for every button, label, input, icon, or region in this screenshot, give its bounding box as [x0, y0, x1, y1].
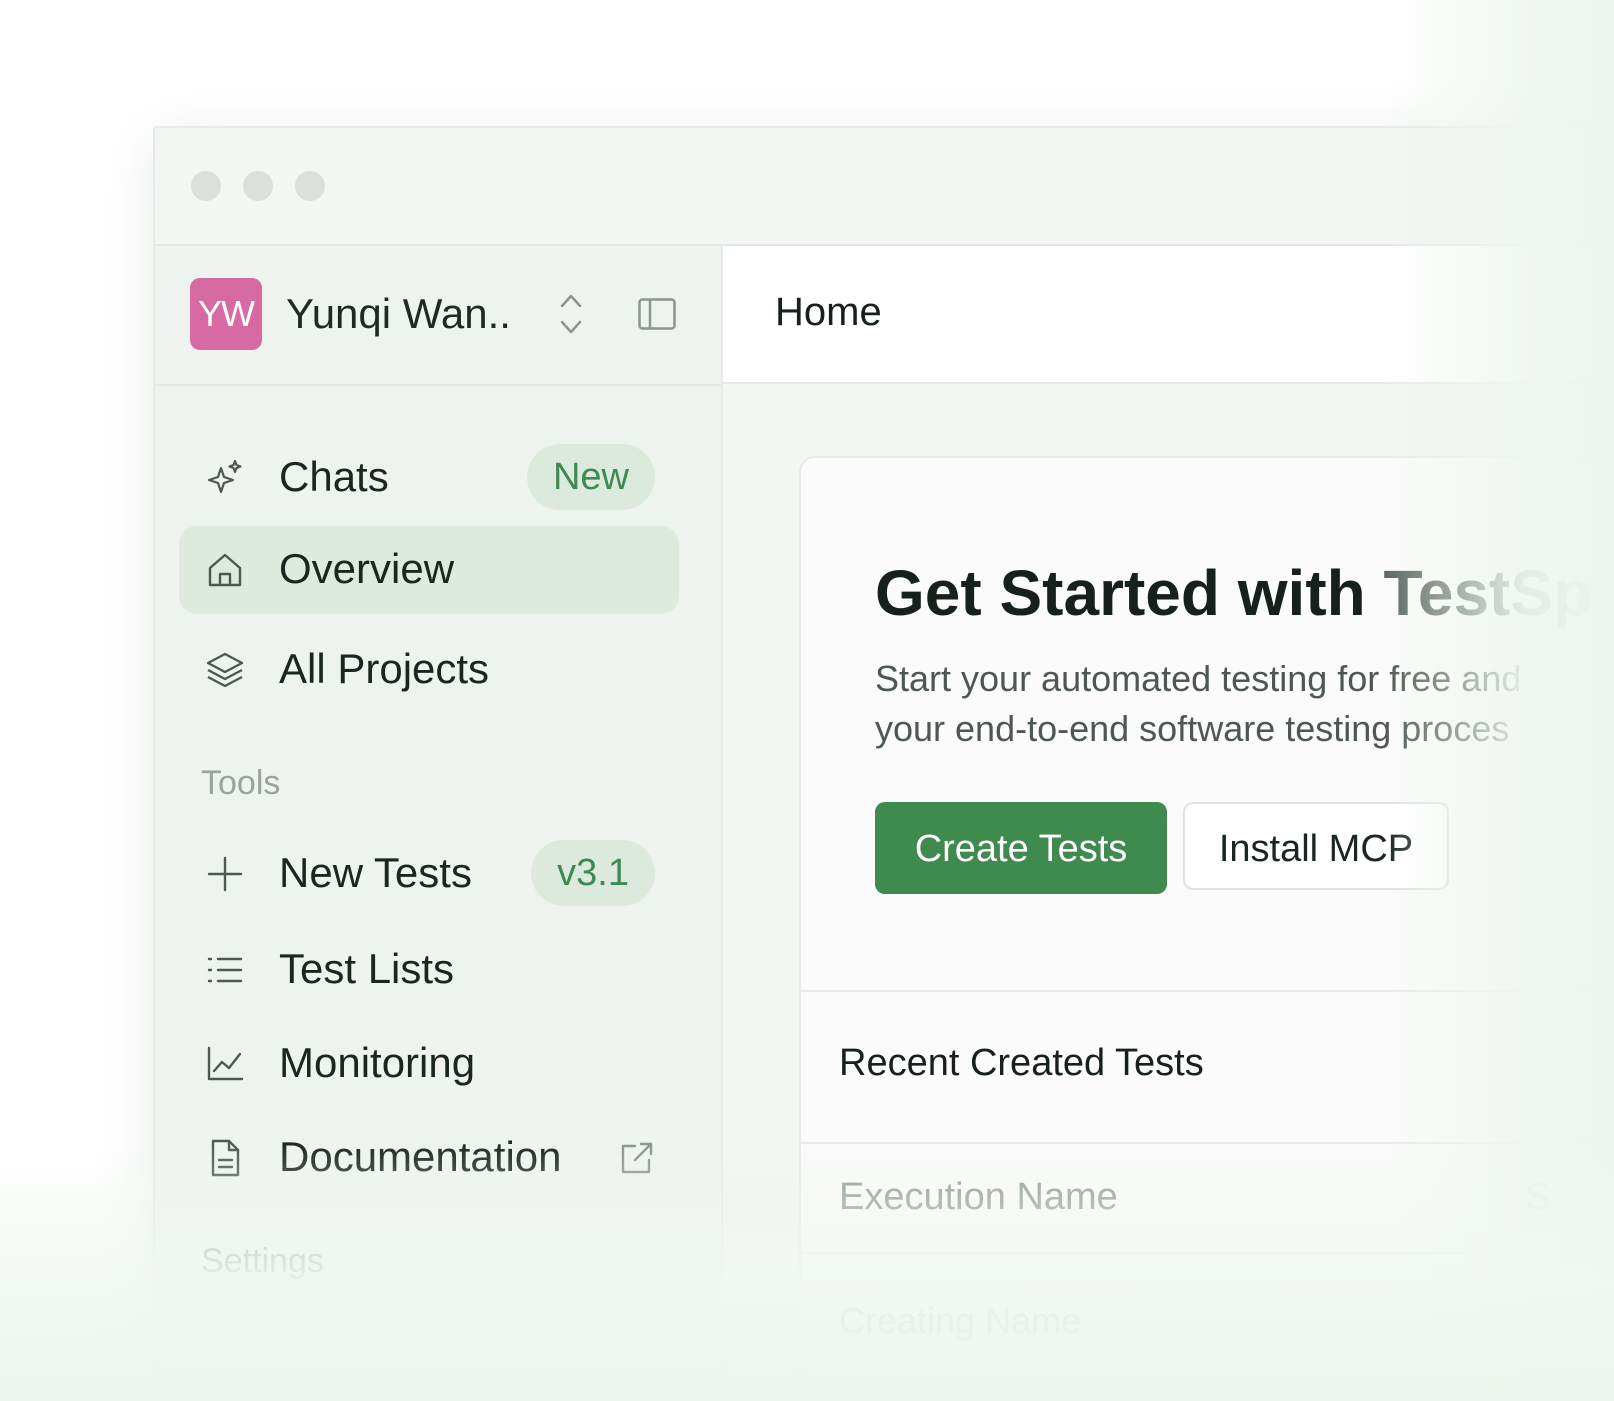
sidebar-item-label: New Tests — [279, 849, 472, 896]
sidebar-item-label: Overview — [279, 545, 455, 592]
table-row[interactable]: Creating Name — [839, 1300, 1081, 1342]
plus-icon — [205, 854, 245, 894]
sidebar-item-documentation[interactable]: Documentation — [179, 1114, 679, 1202]
window-titlebar — [155, 128, 1614, 246]
sidebar-item-test-lists[interactable]: Test Lists — [179, 926, 679, 1014]
screenshot-stage: YW Yunqi Wan.. Chats New Overview All Pr… — [0, 0, 1614, 1401]
main-content: Home Get Started with TestSp Start your … — [723, 246, 1614, 1401]
sidebar: YW Yunqi Wan.. Chats New Overview All Pr… — [155, 246, 723, 1401]
install-mcp-button[interactable]: Install MCP — [1183, 802, 1449, 890]
new-badge: New — [526, 444, 655, 510]
sidebar-item-label: Chats — [279, 453, 389, 500]
sparkles-icon — [205, 458, 245, 498]
sidebar-item-label: Documentation — [279, 1133, 562, 1180]
window-minimize-dot[interactable] — [243, 171, 273, 201]
sidebar-item-monitoring[interactable]: Monitoring — [179, 1020, 679, 1108]
list-icon — [205, 950, 245, 990]
external-link-icon — [619, 1140, 655, 1176]
column-header-execution-name: Execution Name — [839, 1176, 1118, 1218]
hero-title-brand: TestSp — [1383, 557, 1593, 629]
card-divider — [801, 990, 1614, 992]
line-chart-icon — [205, 1044, 245, 1084]
create-tests-button[interactable]: Create Tests — [875, 802, 1167, 894]
column-header-status: S — [1525, 1176, 1551, 1218]
sidebar-item-new-tests[interactable]: New Tests v3.1 — [179, 830, 679, 918]
sidebar-item-label: Monitoring — [279, 1039, 476, 1086]
layers-icon — [205, 650, 245, 690]
page-title: Home — [775, 290, 882, 334]
sidebar-toggle-icon[interactable] — [638, 298, 676, 330]
home-icon — [205, 550, 245, 590]
sidebar-item-label: All Projects — [279, 645, 490, 692]
sidebar-item-all-projects[interactable]: All Projects — [179, 626, 679, 714]
hero-title-main: Get Started with — [875, 557, 1384, 629]
document-icon — [205, 1138, 245, 1178]
table-header-divider — [801, 1142, 1614, 1144]
window-maximize-dot[interactable] — [295, 171, 325, 201]
main-header: Home — [723, 246, 1614, 384]
table-row-divider — [801, 1252, 1614, 1254]
tools-section-heading: Tools — [201, 764, 281, 802]
hero-description: Start your automated testing for free an… — [875, 654, 1521, 754]
settings-section-heading: Settings — [201, 1242, 324, 1280]
window-close-dot[interactable] — [191, 171, 221, 201]
hero-title: Get Started with TestSp — [875, 556, 1592, 630]
account-switcher[interactable]: YW Yunqi Wan.. — [155, 246, 721, 386]
version-badge: v3.1 — [531, 840, 655, 906]
avatar[interactable]: YW — [190, 278, 262, 350]
sidebar-item-label: Test Lists — [279, 945, 455, 992]
hero-description-line: your end-to-end software testing proces — [875, 708, 1510, 749]
recent-tests-title: Recent Created Tests — [839, 1042, 1204, 1084]
chevron-up-down-icon[interactable] — [558, 290, 584, 338]
sidebar-item-chats[interactable]: Chats New — [179, 434, 679, 522]
hero-description-line: Start your automated testing for free an… — [875, 658, 1522, 699]
account-name[interactable]: Yunqi Wan.. — [286, 290, 511, 338]
app-window: YW Yunqi Wan.. Chats New Overview All Pr… — [153, 126, 1614, 1401]
sidebar-item-overview[interactable]: Overview — [179, 526, 679, 614]
get-started-card: Get Started with TestSp Start your autom… — [799, 456, 1614, 1401]
